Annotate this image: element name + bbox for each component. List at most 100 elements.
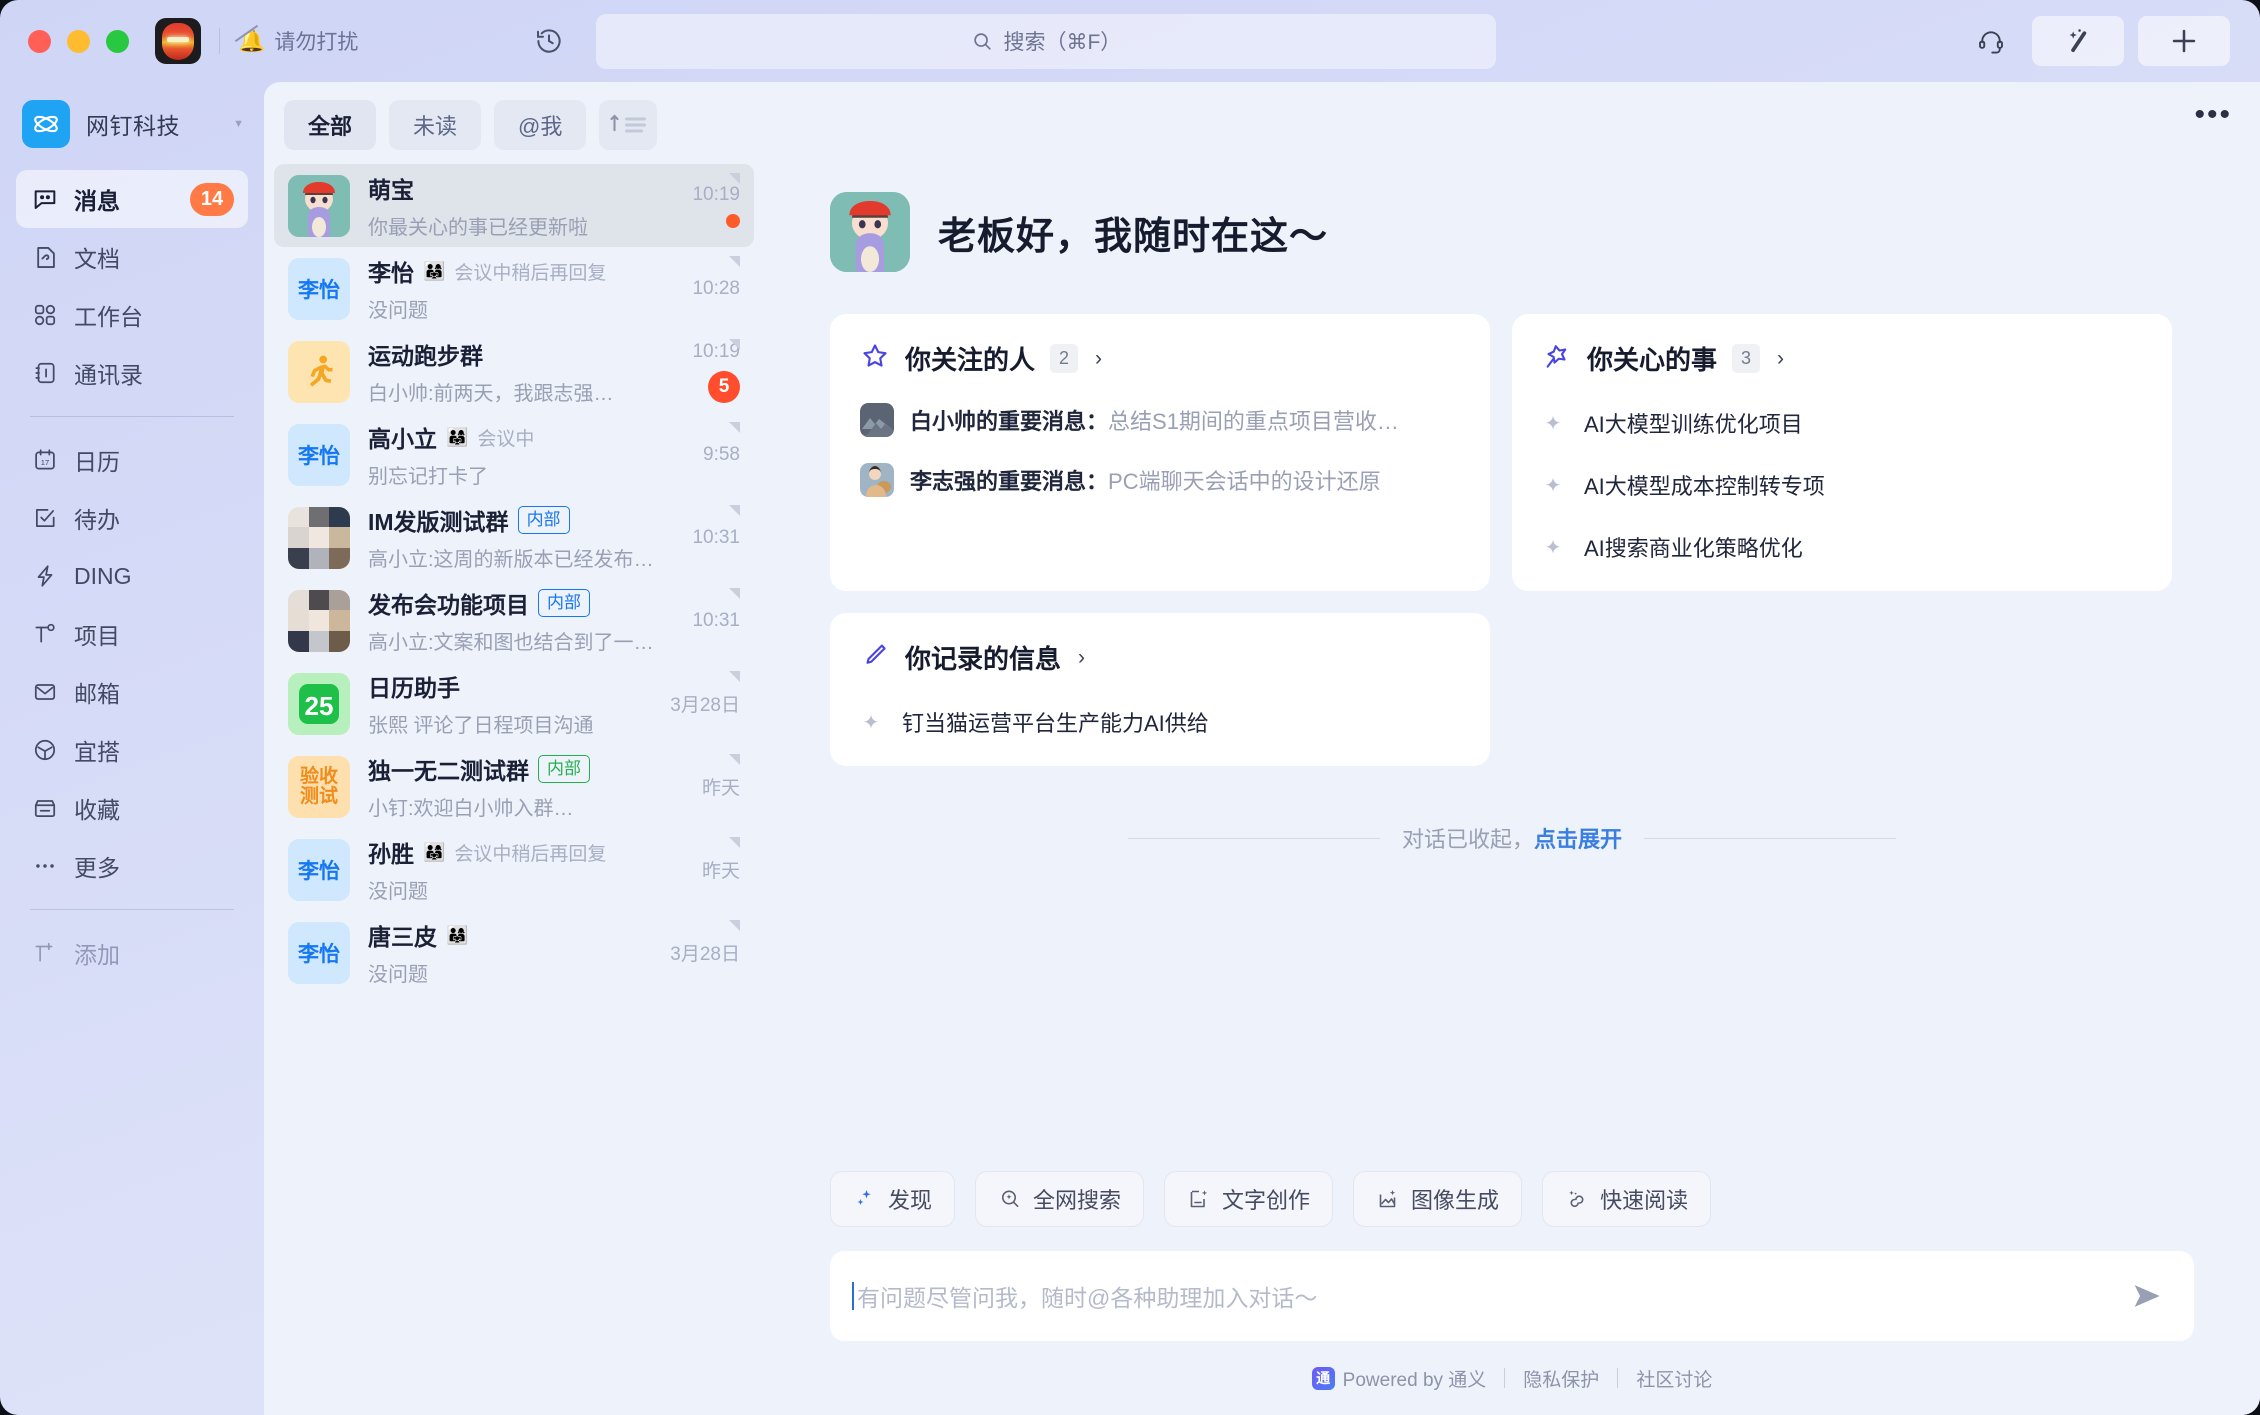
- chevron-right-icon[interactable]: ›: [1078, 646, 1085, 670]
- card-title: 你关注的人: [905, 340, 1035, 377]
- tongyi-logo-icon: 通: [1312, 1367, 1335, 1390]
- sidebar-item-more[interactable]: 更多: [16, 837, 248, 895]
- sidebar-item-mail[interactable]: 邮箱: [16, 663, 248, 721]
- sidebar-item-calendar[interactable]: 17 日历: [16, 431, 248, 489]
- row-meta: 10:31: [692, 527, 740, 549]
- sidebar-item-messages[interactable]: 消息 14: [16, 170, 248, 228]
- message-input[interactable]: 有问题尽管问我，随时@各种助理加入对话～: [830, 1251, 2194, 1341]
- chevron-right-icon[interactable]: ›: [1095, 347, 1102, 371]
- chat-row-tangsanpi[interactable]: 李怡 唐三皮 👨‍👩‍👧 没问题 3月28日: [274, 911, 754, 994]
- do-not-disturb-status[interactable]: 🔔 请勿打扰: [238, 26, 358, 56]
- chevron-right-icon[interactable]: ›: [1777, 347, 1784, 371]
- sidebar-item-docs[interactable]: 文档: [16, 228, 248, 286]
- chat-row-calendar-assistant[interactable]: 25 日历助手 张熙 评论了日程项目沟通 3月28日: [274, 662, 754, 745]
- plus-icon[interactable]: [2138, 16, 2230, 66]
- community-link[interactable]: 社区讨论: [1636, 1365, 1712, 1392]
- quick-action-quick-read[interactable]: 快速阅读: [1542, 1171, 1711, 1227]
- quick-action-text-creation[interactable]: 文字创作: [1164, 1171, 1333, 1227]
- chat-row-im-test-group[interactable]: IM发版测试群 内部 高小立:这周的新版本已经发布了… 10:31: [274, 496, 754, 579]
- app-window: 🔔 请勿打扰 搜索（⌘F）: [0, 0, 2260, 1415]
- row-meta: 10:28: [692, 278, 740, 300]
- titlebar: 🔔 请勿打扰 搜索（⌘F）: [0, 0, 2260, 82]
- sort-list-icon[interactable]: [599, 100, 657, 150]
- history-icon[interactable]: [530, 22, 568, 60]
- send-icon[interactable]: [2128, 1276, 2168, 1316]
- document-icon: [30, 244, 60, 271]
- minimize-window-button[interactable]: [67, 30, 90, 53]
- list-item[interactable]: ✦ AI大模型训练优化项目: [1542, 407, 2142, 439]
- quick-action-label: 文字创作: [1222, 1183, 1310, 1215]
- chat-row-mengbao[interactable]: 萌宝 你最关心的事已经更新啦 10:19: [274, 164, 754, 247]
- summary-cards-row2: 你记录的信息 › ✦ 钉当猫运营平台生产能力AI供给: [764, 591, 2260, 766]
- ellipsis-icon: [30, 853, 60, 879]
- summary-cards: 你关注的人 2 › 白小帅的重要消息：总结S1期间的重点项目营收…: [764, 272, 2260, 591]
- chat-row-sunsheng[interactable]: 李怡 孙胜 👨‍👩‍👧 会议中稍后再回复 没问题 昨天: [274, 828, 754, 911]
- window-controls[interactable]: [28, 30, 129, 53]
- card-people-you-follow[interactable]: 你关注的人 2 › 白小帅的重要消息：总结S1期间的重点项目营收…: [830, 314, 1490, 591]
- list-item-text: AI搜索商业化策略优化: [1584, 531, 1803, 563]
- group-tag: 内部: [538, 589, 590, 618]
- filter-mentions[interactable]: @我: [494, 100, 586, 150]
- card-your-notes[interactable]: 你记录的信息 › ✦ 钉当猫运营平台生产能力AI供给: [830, 613, 1490, 766]
- group-tag: 内部: [538, 755, 590, 784]
- row-corner-marker: [729, 920, 740, 931]
- sidebar-item-yida[interactable]: 宜搭: [16, 721, 248, 779]
- list-item[interactable]: ✦ 钉当猫运营平台生产能力AI供给: [860, 706, 1460, 738]
- chevron-down-icon[interactable]: ▼: [233, 118, 244, 130]
- conversation-collapsed-bar[interactable]: 对话已收起， 点击展开: [764, 822, 2260, 854]
- row-corner-marker: [729, 422, 740, 433]
- card-matters-you-care[interactable]: 你关心的事 3 › ✦ AI大模型训练优化项目 ✦ AI大模型成本控制转专项 ✦…: [1512, 314, 2172, 591]
- chat-row-launch-project[interactable]: 发布会功能项目 内部 高小立:文案和图也结合到了一起… 10:31: [274, 579, 754, 662]
- row-content: 日历助手 张熙 评论了日程项目沟通: [368, 669, 652, 738]
- list-item[interactable]: ✦ AI大模型成本控制转专项: [1542, 469, 2142, 501]
- star-outline-icon: [860, 341, 890, 376]
- list-item[interactable]: 白小帅的重要消息：总结S1期间的重点项目营收…: [860, 403, 1460, 437]
- chat-time: 10:31: [692, 610, 740, 632]
- chat-name: 唐三皮: [368, 918, 437, 952]
- list-item[interactable]: ✦ AI搜索商业化策略优化: [1542, 531, 2142, 563]
- row-meta: 3月28日: [670, 690, 740, 717]
- quick-action-image-generation[interactable]: 图像生成: [1353, 1171, 1522, 1227]
- headset-icon[interactable]: [1964, 16, 2018, 66]
- quick-action-web-search[interactable]: 全网搜索: [975, 1171, 1144, 1227]
- more-horizontal-icon[interactable]: •••: [2194, 100, 2232, 130]
- card-header[interactable]: 你关注的人 2 ›: [860, 340, 1460, 377]
- chat-row-gaoxiaoli[interactable]: 李怡 高小立 👨‍👩‍👧 会议中 别忘记打卡了 9:58: [274, 413, 754, 496]
- maximize-window-button[interactable]: [106, 30, 129, 53]
- card-header[interactable]: 你关心的事 3 ›: [1542, 340, 2142, 377]
- sidebar-item-contacts[interactable]: 通讯录: [16, 344, 248, 402]
- sidebar-item-workbench[interactable]: 工作台: [16, 286, 248, 344]
- expand-conversation-link[interactable]: 点击展开: [1534, 822, 1622, 854]
- ai-magic-icon[interactable]: [2032, 16, 2124, 66]
- sidebar-item-project[interactable]: 项目: [16, 605, 248, 663]
- filter-unread[interactable]: 未读: [389, 100, 481, 150]
- sidebar-item-favorites[interactable]: 收藏: [16, 779, 248, 837]
- chat-name: 高小立: [368, 420, 437, 454]
- card-title: 你记录的信息: [905, 639, 1061, 676]
- filter-all[interactable]: 全部: [284, 100, 376, 150]
- sidebar-item-todo[interactable]: 待办: [16, 489, 248, 547]
- user-avatar[interactable]: [155, 18, 201, 64]
- chat-row-liyi[interactable]: 李怡 李怡 👨‍👩‍👧 会议中稍后再回复 没问题 10:28: [274, 247, 754, 330]
- chat-time: 3月28日: [670, 690, 740, 717]
- chat-preview: 张熙 评论了日程项目沟通: [368, 709, 652, 738]
- list-item[interactable]: 李志强的重要消息：PC端聊天会话中的设计还原: [860, 463, 1460, 497]
- search-input[interactable]: 搜索（⌘F）: [596, 14, 1496, 69]
- quick-action-discover[interactable]: 发现: [830, 1171, 955, 1227]
- close-window-button[interactable]: [28, 30, 51, 53]
- chat-preview: 你最关心的事已经更新啦: [368, 211, 668, 240]
- row-content: IM发版测试群 内部 高小立:这周的新版本已经发布了…: [368, 503, 674, 572]
- sidebar-item-ding[interactable]: DING: [16, 547, 248, 605]
- row-content: 李怡 👨‍👩‍👧 会议中稍后再回复 没问题: [368, 254, 674, 323]
- row-content: 唐三皮 👨‍👩‍👧 没问题: [368, 918, 652, 987]
- chat-row-running-group[interactable]: 运动跑步群 白小帅:前两天，我跟志强… 10:19 5: [274, 330, 754, 413]
- quick-read-icon: [1565, 1187, 1589, 1211]
- chat-time: 10:19: [692, 184, 740, 206]
- card-header[interactable]: 你记录的信息 ›: [860, 639, 1460, 676]
- privacy-link[interactable]: 隐私保护: [1523, 1365, 1599, 1392]
- sidebar-item-add[interactable]: 添加: [16, 924, 248, 982]
- sidebar-item-label: 日历: [74, 443, 120, 477]
- chat-row-unique-test-group[interactable]: 验收测试 独一无二测试群 内部 小钉:欢迎白小帅入群… 昨天: [274, 745, 754, 828]
- divider-right: [1644, 838, 1896, 839]
- org-switcher[interactable]: 网钉科技 ▼: [0, 90, 264, 158]
